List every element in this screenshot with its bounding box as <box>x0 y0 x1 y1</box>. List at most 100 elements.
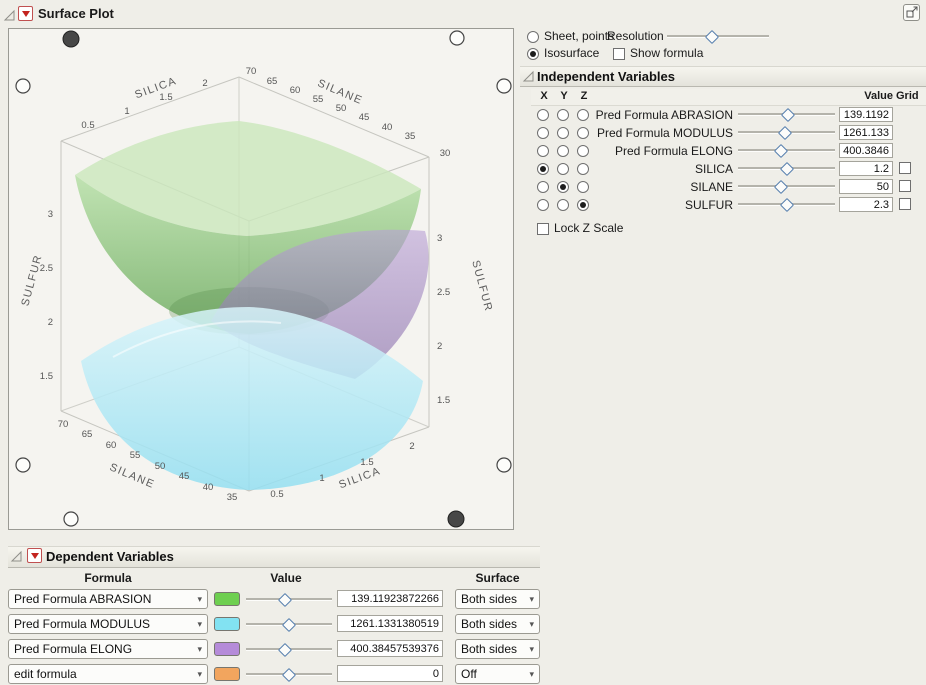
surface-plot-canvas[interactable]: SILICA 2 1.5 1 0.5 SILANE 70 65 60 55 50… <box>9 29 513 529</box>
iv-z-radio[interactable] <box>577 109 589 121</box>
dv-value-input[interactable] <box>337 665 443 682</box>
dv-value-input[interactable] <box>337 640 443 657</box>
dv-row-slider[interactable] <box>246 617 332 631</box>
iv-z-radio[interactable] <box>577 163 589 175</box>
rotation-handle[interactable] <box>497 79 511 93</box>
rotation-handle-filled[interactable] <box>63 31 79 47</box>
iv-row-value-input[interactable] <box>839 197 893 212</box>
iv-y-radio[interactable] <box>557 127 569 139</box>
tick-label: 1.5 <box>40 371 53 382</box>
iv-row-slider[interactable] <box>738 197 835 211</box>
iv-grid-checkbox[interactable] <box>899 180 911 192</box>
iv-x-radio[interactable] <box>537 199 549 211</box>
iv-z-radio[interactable] <box>577 181 589 193</box>
rotation-handle-filled[interactable] <box>448 511 464 527</box>
tick-label: 2.5 <box>40 263 53 274</box>
iv-x-radio[interactable] <box>537 127 549 139</box>
show-formula-checkbox[interactable] <box>613 48 625 60</box>
iv-x-radio[interactable] <box>537 109 549 121</box>
dv-value-input[interactable] <box>337 590 443 607</box>
dv-color-swatch[interactable] <box>214 592 240 606</box>
tick-label: 1 <box>124 106 129 117</box>
axis-label-sulfur-right: SULFUR <box>469 259 494 313</box>
iv-grid-checkbox[interactable] <box>899 162 911 174</box>
dv-color-swatch[interactable] <box>214 642 240 656</box>
iv-row-slider[interactable] <box>738 143 835 157</box>
chevron-down-icon: ▾ <box>197 619 202 630</box>
red-triangle-icon <box>22 11 30 17</box>
axis-label-sulfur-left: SULFUR <box>19 253 44 307</box>
isosurface-label: Isosurface <box>544 46 599 60</box>
dv-value-input[interactable] <box>337 615 443 632</box>
dv-formula-dropdown-value: Pred Formula ABRASION <box>14 592 151 606</box>
iv-grid-checkbox[interactable] <box>899 198 911 210</box>
iv-x-radio[interactable] <box>537 145 549 157</box>
dv-surface-dropdown[interactable]: Both sides▾ <box>455 639 540 659</box>
dv-surface-dropdown[interactable]: Both sides ▾ <box>455 589 540 609</box>
dv-formula-dropdown-value: Pred Formula MODULUS <box>14 617 150 631</box>
iv-row-value-input[interactable] <box>839 161 893 176</box>
iv-row-value-input[interactable] <box>839 143 893 158</box>
iv-y-radio[interactable] <box>557 109 569 121</box>
tick-label: 1.5 <box>360 457 373 468</box>
chevron-down-icon: ▾ <box>529 619 534 630</box>
tick-label: 2 <box>409 441 414 452</box>
red-triangle-menu-button[interactable] <box>27 548 42 563</box>
dv-color-swatch[interactable] <box>214 617 240 631</box>
iv-row-slider[interactable] <box>738 107 835 121</box>
iv-x-radio[interactable] <box>537 163 549 175</box>
tick-label: 65 <box>82 429 93 440</box>
sheet-points-radio[interactable] <box>527 31 539 43</box>
independent-variables-title: Independent Variables <box>537 69 675 84</box>
disclosure-triangle-icon[interactable] <box>522 69 535 83</box>
popout-icon <box>904 5 919 20</box>
rotation-handle[interactable] <box>16 458 30 472</box>
red-triangle-menu-button[interactable] <box>18 6 33 21</box>
tick-label: 45 <box>179 471 190 482</box>
iv-row-label: SULFUR <box>590 198 733 212</box>
chevron-down-icon: ▾ <box>529 594 534 605</box>
dv-surface-dropdown-value: Both sides <box>461 592 517 606</box>
iv-row-slider[interactable] <box>738 179 835 193</box>
iv-y-radio[interactable] <box>557 199 569 211</box>
rotation-handle[interactable] <box>16 79 30 93</box>
dv-surface-dropdown[interactable]: Off▾ <box>455 664 540 684</box>
tick-label: 2 <box>202 78 207 89</box>
iv-y-radio[interactable] <box>557 163 569 175</box>
rotation-handle[interactable] <box>64 512 78 526</box>
dv-surface-dropdown[interactable]: Both sides▾ <box>455 614 540 634</box>
dv-row-slider[interactable] <box>246 667 332 681</box>
iv-z-radio[interactable] <box>577 127 589 139</box>
iv-row-value-input[interactable] <box>839 179 893 194</box>
disclosure-triangle-icon[interactable] <box>10 549 23 563</box>
popout-window-button[interactable] <box>903 4 920 21</box>
iv-row-slider[interactable] <box>738 125 835 139</box>
iv-y-radio[interactable] <box>557 145 569 157</box>
dv-formula-dropdown[interactable]: Pred Formula MODULUS ▾ <box>8 614 208 634</box>
tick-label: 0.5 <box>270 489 283 500</box>
iv-y-radio[interactable] <box>557 181 569 193</box>
dv-row-slider[interactable] <box>246 642 332 656</box>
dv-formula-dropdown[interactable]: Pred Formula ELONG▾ <box>8 639 208 659</box>
show-formula-label: Show formula <box>630 46 703 60</box>
dv-col-formula: Formula <box>58 571 158 585</box>
rotation-handle[interactable] <box>450 31 464 45</box>
dv-formula-dropdown[interactable]: Pred Formula ABRASION▾ <box>8 589 208 609</box>
tick-label: 2 <box>437 341 442 352</box>
iv-z-radio[interactable] <box>577 145 589 157</box>
dv-color-swatch[interactable] <box>214 667 240 681</box>
lock-z-scale-checkbox[interactable] <box>537 223 549 235</box>
iv-row-value-input[interactable] <box>839 125 893 140</box>
dv-formula-dropdown[interactable]: edit formula▾ <box>8 664 208 684</box>
iv-z-radio[interactable] <box>577 199 589 211</box>
disclosure-triangle-icon[interactable] <box>3 8 16 22</box>
tick-label: 0.5 <box>81 120 94 131</box>
resolution-slider[interactable] <box>667 29 769 43</box>
dv-row-slider[interactable] <box>246 592 332 606</box>
isosurface-radio[interactable] <box>527 48 539 60</box>
iv-row-slider[interactable] <box>738 161 835 175</box>
iv-x-radio[interactable] <box>537 181 549 193</box>
iv-row-value-input[interactable] <box>839 107 893 122</box>
tick-label: 50 <box>155 461 166 472</box>
rotation-handle[interactable] <box>497 458 511 472</box>
